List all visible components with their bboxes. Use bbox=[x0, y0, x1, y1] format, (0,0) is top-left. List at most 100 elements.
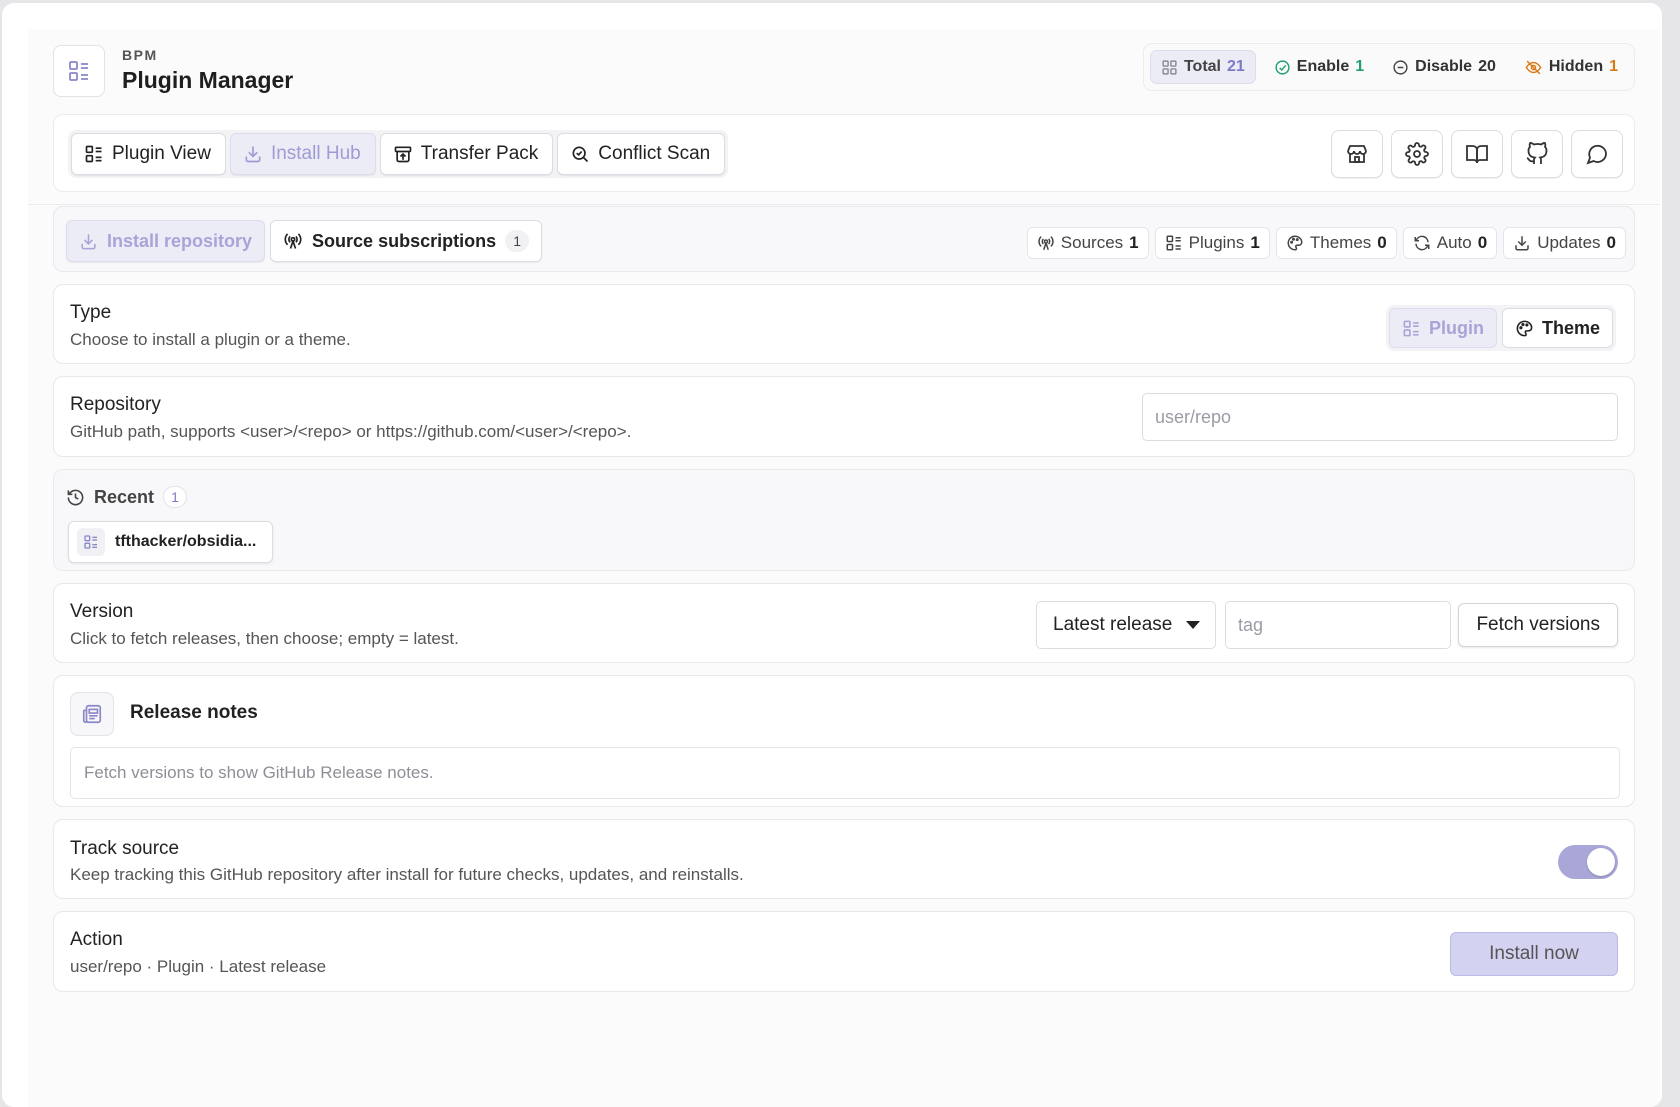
subscriptions-count-badge: 1 bbox=[505, 230, 530, 252]
broadcast-icon bbox=[1037, 234, 1055, 252]
github-icon bbox=[1525, 142, 1549, 166]
repository-setting: Repository GitHub path, supports <user>/… bbox=[53, 376, 1635, 457]
install-sub-tabs: Install repository Source subscriptions … bbox=[66, 220, 543, 262]
feedback-button[interactable] bbox=[1571, 130, 1623, 178]
release-notes-placeholder: Fetch versions to show GitHub Release no… bbox=[84, 763, 434, 782]
gear-icon bbox=[1405, 142, 1429, 166]
view-tabs: Plugin View Install Hub Transfer Pack Co… bbox=[68, 130, 729, 178]
track-source-toggle[interactable] bbox=[1558, 845, 1618, 879]
tab-plugin-view[interactable]: Plugin View bbox=[71, 133, 226, 175]
install-subnav: Install repository Source subscriptions … bbox=[53, 206, 1635, 272]
minus-circle-icon bbox=[1392, 59, 1409, 76]
download-icon bbox=[1513, 234, 1531, 252]
broadcast-icon bbox=[283, 231, 303, 251]
type-plugin-label: Plugin bbox=[1428, 317, 1484, 338]
recent-header: Recent 1 bbox=[66, 486, 188, 508]
version-select[interactable]: Latest release bbox=[1036, 601, 1216, 649]
store-button[interactable] bbox=[1331, 130, 1383, 178]
settings-button[interactable] bbox=[1391, 130, 1443, 178]
track-source-label: Track source bbox=[70, 838, 180, 859]
palette-icon bbox=[1515, 319, 1534, 338]
stat-disable[interactable]: Disable 20 bbox=[1382, 50, 1506, 84]
stat-enable-label: Enable bbox=[1296, 58, 1350, 75]
recent-count-badge: 1 bbox=[163, 486, 188, 508]
version-setting: Version Click to fetch releases, then ch… bbox=[53, 583, 1635, 663]
install-now-button[interactable]: Install now bbox=[1450, 932, 1618, 976]
stat-disable-label: Disable bbox=[1415, 58, 1473, 75]
stat-updates-count: 0 bbox=[1606, 233, 1616, 252]
tab-install-repository-label: Install repository bbox=[107, 230, 253, 251]
type-theme-button[interactable]: Theme bbox=[1501, 308, 1613, 348]
header: BPM Plugin Manager Total 21 Enable 1 Dis… bbox=[53, 43, 1635, 115]
github-button[interactable] bbox=[1511, 130, 1563, 178]
action-section: Action user/repo · Plugin · Latest relea… bbox=[53, 911, 1635, 992]
source-stats: Sources 1 Plugins 1 Themes 0 Auto 0 Upda… bbox=[1026, 227, 1626, 259]
stat-enable[interactable]: Enable 1 bbox=[1264, 50, 1374, 84]
page-title: Plugin Manager bbox=[122, 67, 294, 93]
plugin-manager-panel: BPM Plugin Manager Total 21 Enable 1 Dis… bbox=[28, 29, 1660, 1107]
plugin-list-icon bbox=[77, 528, 105, 556]
repository-input[interactable] bbox=[1142, 393, 1618, 441]
caret-down-icon bbox=[1186, 621, 1200, 629]
type-theme-label: Theme bbox=[1541, 317, 1600, 338]
docs-button[interactable] bbox=[1451, 130, 1503, 178]
tab-install-hub[interactable]: Install Hub bbox=[229, 133, 376, 175]
palette-icon bbox=[1286, 234, 1304, 252]
stat-updates: Updates 0 bbox=[1503, 227, 1626, 259]
message-circle-icon bbox=[1585, 142, 1609, 166]
archive-icon bbox=[393, 144, 413, 164]
list-icon bbox=[84, 144, 104, 164]
stat-themes-label: Themes bbox=[1309, 233, 1372, 252]
action-summary: user/repo · Plugin · Latest release bbox=[70, 957, 327, 976]
stat-total[interactable]: Total 21 bbox=[1149, 50, 1256, 84]
header-divider bbox=[28, 204, 1660, 205]
type-label: Type bbox=[70, 302, 112, 323]
brand-label: BPM bbox=[122, 47, 158, 63]
stat-hidden-label: Hidden bbox=[1548, 58, 1604, 75]
refresh-icon bbox=[1413, 234, 1431, 252]
stat-plugins: Plugins 1 bbox=[1154, 227, 1270, 259]
fetch-versions-button[interactable]: Fetch versions bbox=[1458, 603, 1618, 647]
recent-label: Recent bbox=[94, 486, 155, 507]
plugin-stats: Total 21 Enable 1 Disable 20 Hidden 1 bbox=[1142, 43, 1635, 91]
tab-source-subscriptions[interactable]: Source subscriptions 1 bbox=[270, 220, 543, 262]
app-window: BPM Plugin Manager Total 21 Enable 1 Dis… bbox=[2, 3, 1662, 1107]
release-notes-content: Fetch versions to show GitHub Release no… bbox=[70, 747, 1620, 799]
history-icon bbox=[66, 488, 85, 507]
book-open-icon bbox=[1465, 142, 1489, 166]
stat-updates-label: Updates bbox=[1537, 233, 1601, 252]
tag-input[interactable] bbox=[1225, 601, 1451, 649]
tab-conflict-scan[interactable]: Conflict Scan bbox=[557, 133, 726, 175]
toolbar-actions bbox=[1331, 130, 1623, 178]
stat-auto-label: Auto bbox=[1436, 233, 1472, 252]
repository-desc: GitHub path, supports <user>/<repo> or h… bbox=[70, 422, 632, 441]
list-icon bbox=[1402, 319, 1421, 338]
list-icon bbox=[1165, 234, 1183, 252]
toggle-knob bbox=[1587, 848, 1615, 876]
tab-conflict-scan-label: Conflict Scan bbox=[598, 143, 711, 164]
main-toolbar: Plugin View Install Hub Transfer Pack Co… bbox=[53, 114, 1635, 192]
tab-install-hub-label: Install Hub bbox=[270, 143, 361, 164]
stat-hidden-count: 1 bbox=[1609, 58, 1618, 75]
track-source-setting: Track source Keep tracking this GitHub r… bbox=[53, 819, 1635, 899]
recent-repo-chip[interactable]: tfthacker/obsidia... bbox=[68, 521, 274, 563]
newspaper-icon bbox=[70, 692, 114, 736]
recent-repo-name: tfthacker/obsidia... bbox=[115, 533, 257, 550]
stat-hidden[interactable]: Hidden 1 bbox=[1514, 50, 1628, 84]
stat-plugins-label: Plugins bbox=[1188, 233, 1245, 252]
recent-section: Recent 1 tfthacker/obsidia... bbox=[53, 469, 1635, 571]
type-selector: Plugin Theme bbox=[1385, 305, 1616, 351]
app-list-icon bbox=[53, 45, 105, 97]
search-scan-icon bbox=[570, 144, 590, 164]
stat-total-label: Total bbox=[1183, 58, 1221, 75]
stat-auto: Auto 0 bbox=[1402, 227, 1498, 259]
type-plugin-button[interactable]: Plugin bbox=[1388, 308, 1497, 348]
type-desc: Choose to install a plugin or a theme. bbox=[70, 330, 351, 349]
release-notes-section: Release notes Fetch versions to show Git… bbox=[53, 675, 1635, 807]
grid-icon bbox=[1161, 59, 1178, 76]
track-source-desc: Keep tracking this GitHub repository aft… bbox=[70, 865, 744, 884]
tab-install-repository[interactable]: Install repository bbox=[66, 220, 266, 262]
stat-sources: Sources 1 bbox=[1026, 227, 1149, 259]
tab-transfer-pack[interactable]: Transfer Pack bbox=[379, 133, 554, 175]
type-setting: Type Choose to install a plugin or a the… bbox=[53, 284, 1635, 364]
